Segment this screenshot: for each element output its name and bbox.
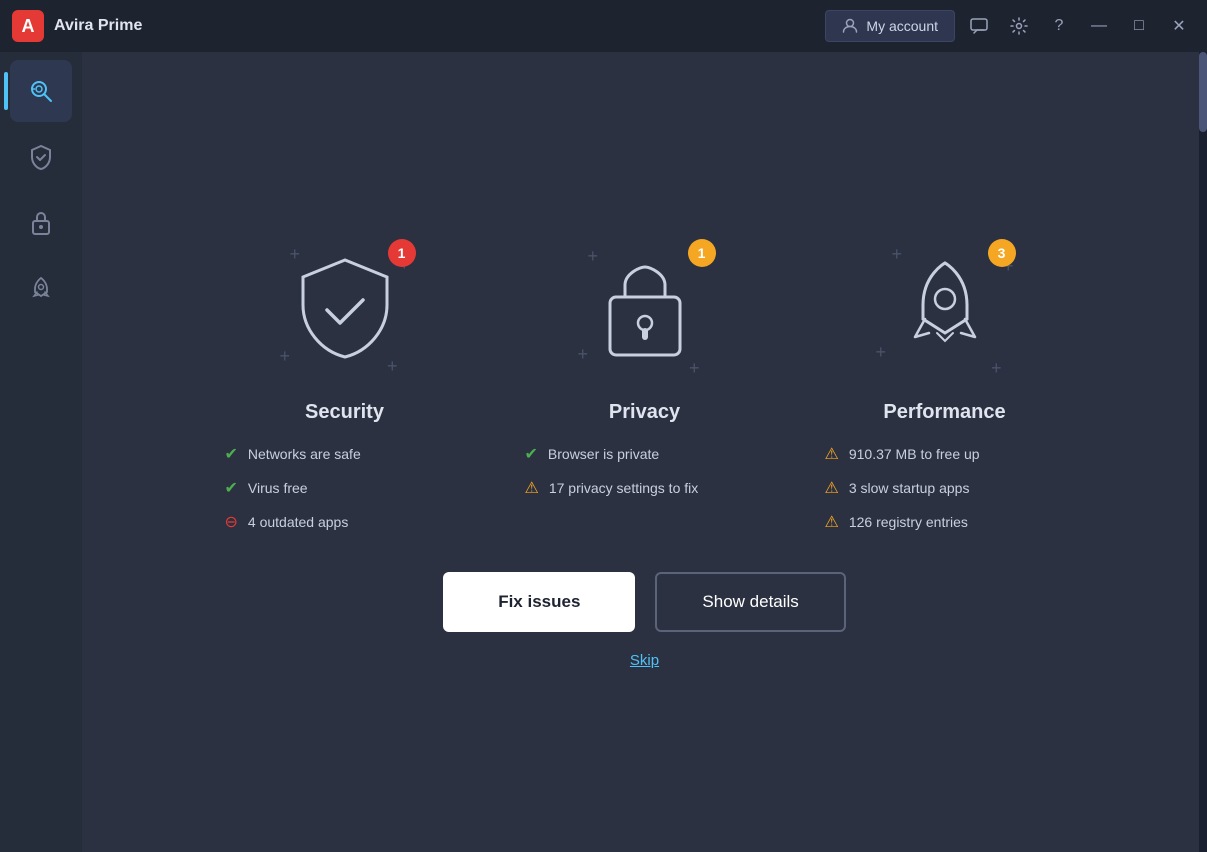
fix-issues-button[interactable]: Fix issues: [443, 572, 635, 632]
app-title: Avira Prime: [54, 17, 142, 35]
check-icon: ✔: [225, 478, 238, 498]
privacy-card: + + + + 1 Privacy ✔ Browser is private: [525, 235, 765, 498]
scrollbar[interactable]: [1199, 52, 1207, 852]
status-item: ⚠ 126 registry entries: [825, 512, 1065, 532]
security-card: + + + + 1 Security ✔ Networks are safe ✔: [225, 235, 465, 532]
warning-icon: ⚠: [825, 478, 839, 498]
sidebar-item-scan[interactable]: [10, 60, 72, 122]
plus-deco: +: [578, 345, 589, 363]
security-icon-area: + + + + 1: [270, 235, 420, 385]
sidebar-item-security[interactable]: [10, 126, 72, 188]
main-content: + + + + 1 Security ✔ Networks are safe ✔: [82, 52, 1207, 852]
scroll-thumb[interactable]: [1199, 52, 1207, 132]
skip-link[interactable]: Skip: [630, 652, 659, 669]
close-button[interactable]: ✕: [1163, 10, 1195, 42]
cards-row: + + + + 1 Security ✔ Networks are safe ✔: [225, 235, 1065, 532]
warning-icon: ⚠: [825, 512, 839, 532]
maximize-icon: □: [1134, 17, 1144, 35]
plus-deco: +: [290, 245, 301, 263]
show-details-button[interactable]: Show details: [655, 572, 845, 632]
plus-deco: +: [387, 357, 398, 375]
security-status-list: ✔ Networks are safe ✔ Virus free ⊖ 4 out…: [225, 444, 465, 532]
performance-icon-area: + + + + 3: [870, 235, 1020, 385]
warning-icon: ⚠: [825, 444, 839, 464]
performance-card-title: Performance: [883, 401, 1005, 424]
security-card-title: Security: [305, 401, 384, 424]
plus-deco: +: [876, 343, 887, 361]
privacy-lock-svg: [600, 255, 690, 365]
plus-deco: +: [991, 359, 1002, 377]
status-text: Browser is private: [548, 446, 659, 462]
status-item: ⚠ 910.37 MB to free up: [825, 444, 1065, 464]
scan-icon: [28, 78, 54, 104]
title-right: My account ? — □ ✕: [825, 10, 1195, 42]
plus-deco: +: [892, 245, 903, 263]
help-icon: ?: [1055, 17, 1064, 35]
sidebar-item-performance[interactable]: [10, 258, 72, 320]
warning-icon: ⚠: [525, 478, 539, 498]
status-text: 4 outdated apps: [248, 514, 348, 530]
performance-card: + + + + 3 Performance ⚠ 910.37 MB to fre…: [825, 235, 1065, 532]
privacy-status-list: ✔ Browser is private ⚠ 17 privacy settin…: [525, 444, 765, 498]
status-text: 3 slow startup apps: [849, 480, 970, 496]
security-shield-svg: [295, 255, 395, 365]
performance-status-list: ⚠ 910.37 MB to free up ⚠ 3 slow startup …: [825, 444, 1065, 532]
status-item: ⚠ 3 slow startup apps: [825, 478, 1065, 498]
plus-deco: +: [280, 347, 291, 365]
avira-logo: A: [12, 10, 44, 42]
close-icon: ✕: [1172, 16, 1185, 36]
my-account-label: My account: [866, 18, 938, 34]
status-item: ⚠ 17 privacy settings to fix: [525, 478, 765, 498]
status-text: 126 registry entries: [849, 514, 968, 530]
title-bar: A Avira Prime My account ? —: [0, 0, 1207, 52]
status-text: 910.37 MB to free up: [849, 446, 980, 462]
check-icon: ✔: [225, 444, 238, 464]
performance-badge: 3: [988, 239, 1016, 267]
security-badge: 1: [388, 239, 416, 267]
check-icon: ✔: [525, 444, 538, 464]
plus-deco: +: [588, 247, 599, 265]
settings-button[interactable]: [1003, 10, 1035, 42]
status-item: ✔ Browser is private: [525, 444, 765, 464]
status-item: ✔ Virus free: [225, 478, 465, 498]
rocket-icon: [29, 276, 53, 302]
buttons-row: Fix issues Show details: [443, 572, 846, 632]
sidebar-item-privacy[interactable]: [10, 192, 72, 254]
shield-icon: [29, 144, 53, 170]
privacy-icon-area: + + + + 1: [570, 235, 720, 385]
plus-deco: +: [689, 359, 700, 377]
user-icon: [842, 18, 858, 34]
minimize-icon: —: [1091, 17, 1107, 35]
status-item: ⊖ 4 outdated apps: [225, 512, 465, 532]
message-button[interactable]: [963, 10, 995, 42]
lock-icon: [30, 210, 52, 236]
privacy-badge: 1: [688, 239, 716, 267]
maximize-button[interactable]: □: [1123, 10, 1155, 42]
message-icon: [970, 18, 988, 34]
help-button[interactable]: ?: [1043, 10, 1075, 42]
privacy-card-title: Privacy: [609, 401, 680, 424]
minimize-button[interactable]: —: [1083, 10, 1115, 42]
minus-circle-icon: ⊖: [225, 512, 238, 532]
my-account-button[interactable]: My account: [825, 10, 955, 42]
status-item: ✔ Networks are safe: [225, 444, 465, 464]
status-text: 17 privacy settings to fix: [549, 480, 698, 496]
title-left: A Avira Prime: [12, 10, 142, 42]
gear-icon: [1010, 17, 1028, 35]
performance-rocket-svg: [895, 255, 995, 365]
status-text: Networks are safe: [248, 446, 361, 462]
status-text: Virus free: [248, 480, 308, 496]
sidebar: [0, 52, 82, 852]
